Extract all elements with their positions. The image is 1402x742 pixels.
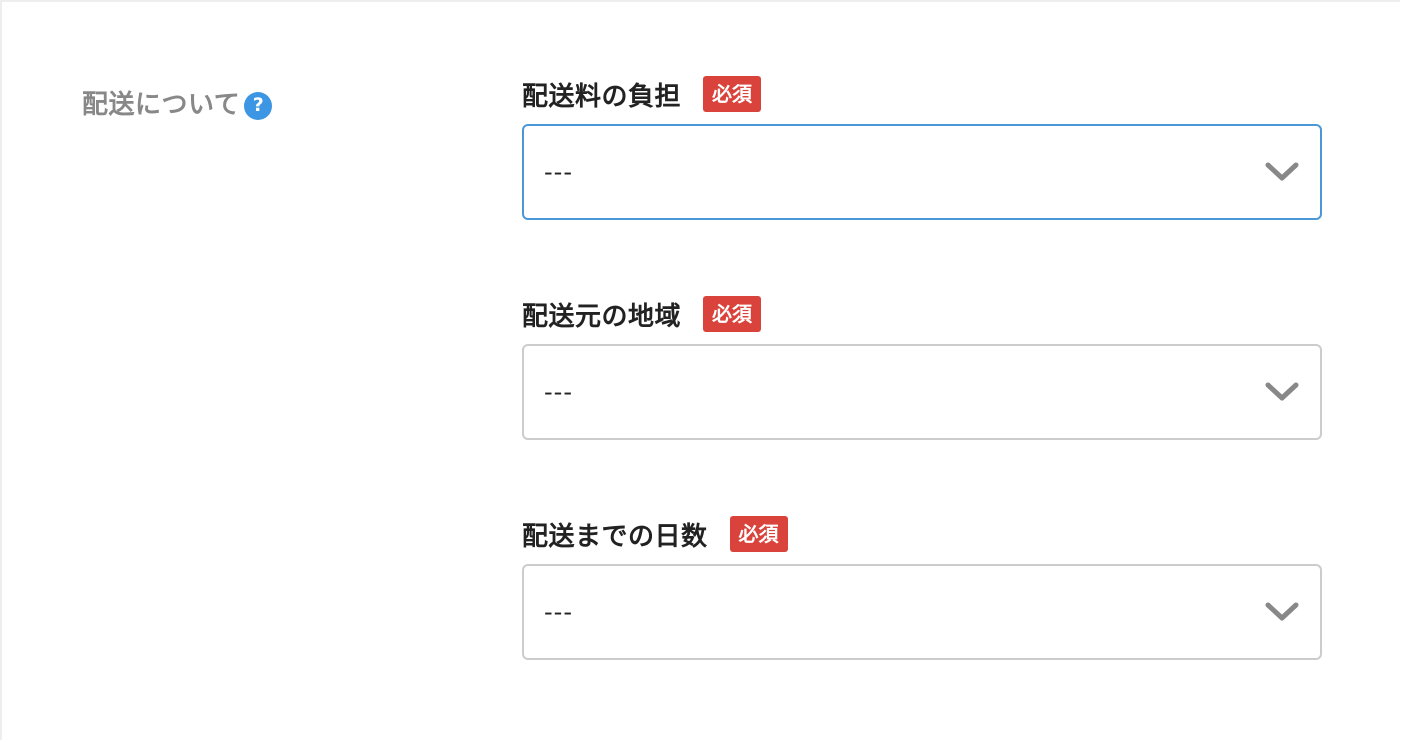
select-value: --- — [544, 158, 573, 186]
ship-from-region-select[interactable]: --- — [522, 344, 1322, 440]
days-to-ship-select[interactable]: --- — [522, 564, 1322, 660]
select-value: --- — [544, 598, 573, 626]
days-to-ship-label: 配送までの日数 — [522, 521, 708, 552]
required-badge: 必須 — [729, 516, 788, 552]
shipping-fee-label: 配送料の負担 — [522, 81, 682, 112]
ship-from-region-field: 配送元の地域 必須 --- — [522, 294, 1322, 440]
section-title: 配送について — [82, 90, 241, 120]
select-value: --- — [544, 378, 573, 406]
days-to-ship-field: 配送までの日数 必須 --- — [522, 514, 1322, 660]
field-header: 配送元の地域 必須 — [522, 294, 1322, 334]
shipping-fee-select[interactable]: --- — [522, 124, 1322, 220]
required-badge: 必須 — [703, 296, 762, 332]
shipping-fee-field: 配送料の負担 必須 --- — [522, 74, 1322, 220]
chevron-down-icon — [1264, 160, 1300, 184]
ship-from-region-label: 配送元の地域 — [522, 301, 682, 332]
section-label: 配送について ? — [82, 84, 273, 121]
help-icon[interactable]: ? — [244, 91, 273, 120]
field-header: 配送までの日数 必須 — [522, 514, 1322, 554]
field-header: 配送料の負担 必須 — [522, 74, 1322, 114]
chevron-down-icon — [1264, 380, 1300, 404]
required-badge: 必須 — [703, 76, 762, 112]
chevron-down-icon — [1264, 600, 1300, 624]
